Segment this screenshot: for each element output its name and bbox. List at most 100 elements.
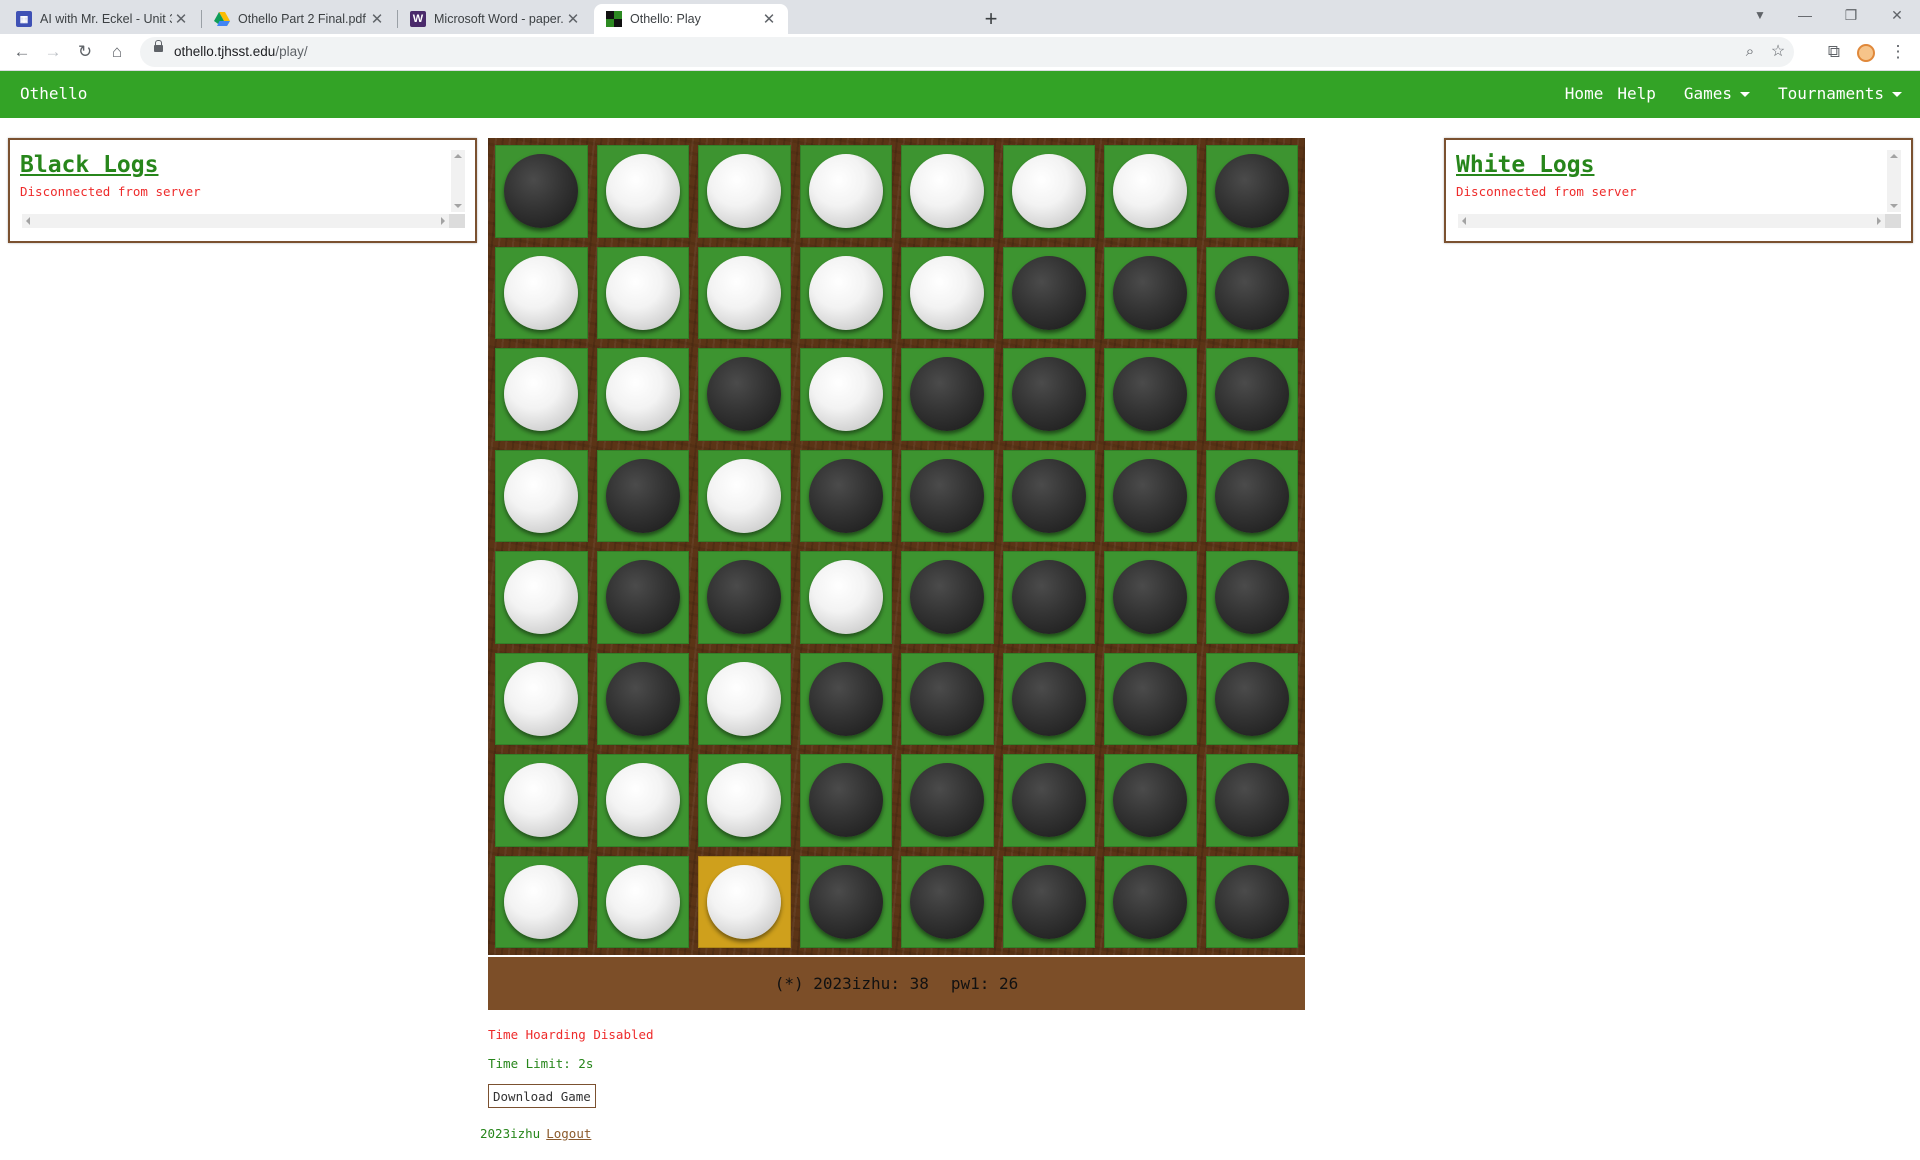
board-cell[interactable]	[901, 754, 994, 847]
board-cell[interactable]	[1205, 652, 1298, 745]
board-cell[interactable]	[1002, 551, 1095, 644]
board-cell[interactable]	[1104, 551, 1197, 644]
board-cell[interactable]	[596, 652, 689, 745]
board-cell[interactable]	[1002, 855, 1095, 948]
tab-search-icon[interactable]: ▼	[1737, 0, 1783, 34]
board-cell[interactable]	[1002, 754, 1095, 847]
board-cell[interactable]	[799, 246, 892, 339]
board-cell[interactable]	[698, 551, 791, 644]
restore-button[interactable]: ❐	[1828, 0, 1874, 34]
board-cell[interactable]	[1002, 449, 1095, 542]
logout-link[interactable]: Logout	[546, 1126, 591, 1141]
board-cell[interactable]	[596, 449, 689, 542]
brand-link[interactable]: Othello	[20, 84, 87, 103]
horizontal-scrollbar[interactable]	[22, 214, 449, 228]
board-cell[interactable]	[698, 449, 791, 542]
board-cell[interactable]	[495, 855, 588, 948]
board-cell[interactable]	[698, 145, 791, 238]
board-cell[interactable]	[901, 551, 994, 644]
vertical-scrollbar[interactable]	[1887, 150, 1901, 212]
home-icon[interactable]: ⌂	[103, 38, 131, 66]
nav-games-dropdown[interactable]: Games	[1670, 84, 1751, 103]
board-cell[interactable]	[799, 855, 892, 948]
board-cell[interactable]	[799, 145, 892, 238]
download-game-button[interactable]: Download Game	[488, 1084, 596, 1108]
new-tab-button[interactable]: +	[977, 5, 1005, 33]
close-window-button[interactable]: ✕	[1874, 0, 1920, 34]
board-cell[interactable]	[1104, 246, 1197, 339]
board-cell[interactable]	[596, 348, 689, 441]
board-cell[interactable]	[698, 855, 791, 948]
board-cell[interactable]	[495, 145, 588, 238]
nav-help[interactable]: Help	[1617, 84, 1656, 103]
board-cell[interactable]	[1205, 348, 1298, 441]
board-cell[interactable]	[901, 855, 994, 948]
minimize-button[interactable]: —	[1782, 0, 1828, 34]
board-cell[interactable]	[495, 246, 588, 339]
nav-home[interactable]: Home	[1565, 84, 1604, 103]
board-cell[interactable]	[799, 551, 892, 644]
address-bar[interactable]: othello.tjhsst.edu/play/ ⌕ ☆	[140, 37, 1794, 67]
close-icon[interactable]: ✕	[760, 10, 778, 28]
board-cell[interactable]	[901, 145, 994, 238]
board-cell[interactable]	[799, 449, 892, 542]
board-cell[interactable]	[901, 652, 994, 745]
white-logs-title[interactable]: White Logs	[1456, 152, 1901, 178]
close-icon[interactable]: ✕	[172, 10, 190, 28]
board-cell[interactable]	[1205, 246, 1298, 339]
board-cell[interactable]	[698, 246, 791, 339]
board-cell[interactable]	[1002, 246, 1095, 339]
forward-icon[interactable]: →	[39, 38, 67, 66]
profile-avatar-icon[interactable]	[1852, 38, 1880, 66]
board-cell[interactable]	[901, 246, 994, 339]
board-cell[interactable]	[698, 754, 791, 847]
board-cell[interactable]	[698, 348, 791, 441]
menu-kebab-icon[interactable]: ⋮	[1884, 38, 1912, 66]
horizontal-scrollbar[interactable]	[1458, 214, 1885, 228]
tab-othello-pdf[interactable]: Othello Part 2 Final.pdf - Google ✕	[202, 4, 396, 34]
black-logs-title[interactable]: Black Logs	[20, 152, 465, 178]
tab-word-paper[interactable]: W Microsoft Word - paper.doc ✕	[398, 4, 592, 34]
board-cell[interactable]	[1104, 145, 1197, 238]
board-cell[interactable]	[799, 348, 892, 441]
board-cell[interactable]	[495, 754, 588, 847]
board-cell[interactable]	[1104, 855, 1197, 948]
tab-othello-play[interactable]: Othello: Play ✕	[594, 4, 788, 34]
board-cell[interactable]	[495, 449, 588, 542]
board-cell[interactable]	[495, 652, 588, 745]
board-cell[interactable]	[596, 145, 689, 238]
board-cell[interactable]	[596, 754, 689, 847]
board-cell[interactable]	[1104, 449, 1197, 542]
extensions-icon[interactable]: ⧉	[1820, 38, 1848, 66]
board-cell[interactable]	[901, 348, 994, 441]
board-cell[interactable]	[495, 551, 588, 644]
board-cell[interactable]	[901, 449, 994, 542]
tab-ai-eckel[interactable]: ▦ AI with Mr. Eckel - Unit 3: Turn-B ✕	[4, 4, 200, 34]
board-cell[interactable]	[1205, 855, 1298, 948]
board-cell[interactable]	[1104, 754, 1197, 847]
vertical-scrollbar[interactable]	[451, 150, 465, 212]
board-cell[interactable]	[1205, 754, 1298, 847]
star-icon[interactable]: ☆	[1764, 38, 1792, 66]
zoom-icon[interactable]: ⌕	[1736, 38, 1764, 66]
board-cell[interactable]	[799, 754, 892, 847]
board-cell[interactable]	[495, 348, 588, 441]
board-cell[interactable]	[1104, 348, 1197, 441]
board-cell[interactable]	[596, 855, 689, 948]
close-icon[interactable]: ✕	[564, 10, 582, 28]
nav-tournaments-dropdown[interactable]: Tournaments	[1764, 84, 1902, 103]
back-icon[interactable]: ←	[8, 38, 36, 66]
board-cell[interactable]	[1002, 145, 1095, 238]
board-cell[interactable]	[596, 246, 689, 339]
board-cell[interactable]	[799, 652, 892, 745]
board-cell[interactable]	[1205, 449, 1298, 542]
board-cell[interactable]	[596, 551, 689, 644]
board-cell[interactable]	[1205, 145, 1298, 238]
board-cell[interactable]	[1104, 652, 1197, 745]
board-cell[interactable]	[1002, 652, 1095, 745]
close-icon[interactable]: ✕	[368, 10, 386, 28]
board-cell[interactable]	[1002, 348, 1095, 441]
board-cell[interactable]	[698, 652, 791, 745]
board-cell[interactable]	[1205, 551, 1298, 644]
reload-icon[interactable]: ↻	[71, 38, 99, 66]
